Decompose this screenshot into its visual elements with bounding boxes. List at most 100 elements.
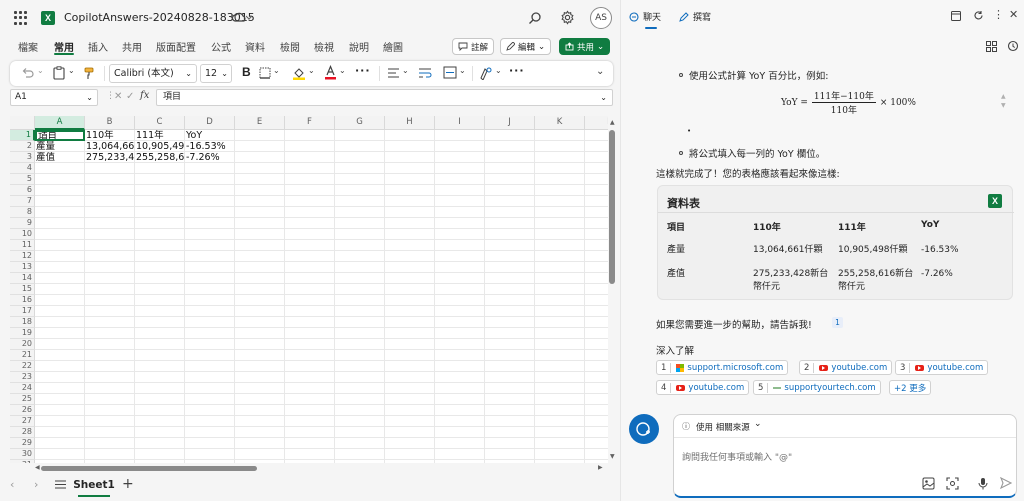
share-button[interactable]: 共用 ⌄ [559,38,611,55]
cell[interactable] [285,427,335,438]
row-header[interactable]: 25 [10,394,35,405]
cell[interactable] [535,218,585,229]
cell[interactable] [435,405,485,416]
cell[interactable] [335,383,385,394]
cell[interactable] [235,438,285,449]
align-chevron-icon[interactable]: ⌄ [402,66,409,75]
cell[interactable] [85,317,135,328]
cell[interactable] [85,383,135,394]
cell[interactable] [285,240,335,251]
name-box[interactable]: A1 ⌄ [10,89,98,106]
cell[interactable] [485,185,535,196]
align-left-icon[interactable] [387,68,400,79]
cell[interactable] [235,273,285,284]
cell[interactable] [435,438,485,449]
document-title[interactable]: CopilotAnswers-20240828-183015 [64,11,255,24]
cell[interactable] [485,427,535,438]
row-header[interactable]: 8 [10,207,35,218]
cell[interactable] [135,196,185,207]
cell[interactable] [535,295,585,306]
row-header[interactable]: 6 [10,185,35,196]
row-header[interactable]: 3 [10,152,35,163]
cell[interactable] [35,251,85,262]
cell[interactable] [285,372,335,383]
cell[interactable] [335,130,385,141]
cell[interactable] [285,284,335,295]
cell[interactable]: 產值 [35,152,85,163]
tab-review[interactable]: 檢閱 [280,39,300,54]
cell[interactable]: 275,233,428 [85,152,135,163]
cell[interactable] [485,350,535,361]
cell[interactable] [135,174,185,185]
search-icon[interactable] [528,11,542,25]
cell[interactable] [485,141,535,152]
row-header[interactable]: 23 [10,372,35,383]
cell[interactable] [585,416,608,427]
cell[interactable] [335,273,385,284]
cell[interactable] [185,218,235,229]
cell[interactable] [485,218,535,229]
cell[interactable] [385,229,435,240]
cell[interactable] [85,218,135,229]
source-chip-1[interactable]: 1 support.microsoft.com [656,360,789,375]
cell[interactable] [235,427,285,438]
cell[interactable] [285,317,335,328]
cell[interactable] [585,251,608,262]
cell[interactable] [535,449,585,460]
user-avatar[interactable]: AS [590,7,612,29]
cell[interactable] [285,339,335,350]
merge-cells-icon[interactable] [443,66,457,79]
cell[interactable] [235,416,285,427]
cell[interactable] [185,174,235,185]
cell[interactable] [85,361,135,372]
column-header[interactable]: A [35,116,85,130]
row-header[interactable]: 29 [10,438,35,449]
row-header[interactable]: 15 [10,284,35,295]
cell[interactable] [135,185,185,196]
refresh-icon[interactable] [973,10,984,21]
cell[interactable] [135,361,185,372]
wrap-text-icon[interactable] [418,67,432,79]
cell[interactable] [385,449,435,460]
cell[interactable] [185,229,235,240]
cell[interactable] [285,449,335,460]
cell[interactable] [485,449,535,460]
cell[interactable] [585,317,608,328]
cell[interactable] [235,130,285,141]
cell[interactable] [535,394,585,405]
sources-bar[interactable]: ⓘ 使用 相關來源 ⌄ [674,415,1016,438]
cell[interactable] [585,240,608,251]
cell[interactable] [385,405,435,416]
open-in-window-icon[interactable] [951,11,961,21]
row-header[interactable]: 7 [10,196,35,207]
column-header[interactable]: J [485,116,535,130]
cell[interactable] [185,438,235,449]
vertical-scrollbar[interactable]: ▲ ▼ [608,116,618,463]
cell[interactable] [435,262,485,273]
cell[interactable] [135,339,185,350]
cell[interactable] [85,262,135,273]
cell[interactable] [435,317,485,328]
confirm-entry-icon[interactable]: ✓ [126,91,134,102]
cell[interactable]: 255,258,616 [135,152,185,163]
row-header[interactable]: 14 [10,273,35,284]
cell[interactable] [285,152,335,163]
tab-compose[interactable]: 撰寫 [679,10,711,23]
cell[interactable] [385,394,435,405]
cell[interactable] [485,163,535,174]
cell[interactable] [135,229,185,240]
cell[interactable] [585,405,608,416]
cell[interactable] [585,130,608,141]
cell[interactable] [485,240,535,251]
cell[interactable] [185,273,235,284]
sources-toggle[interactable]: 使用 相關來源 [696,421,750,433]
cell[interactable] [535,240,585,251]
cell[interactable] [35,163,85,174]
cell[interactable] [285,405,335,416]
horizontal-scrollbar[interactable]: ◀ ▶ [35,463,607,473]
row-header[interactable]: 28 [10,427,35,438]
cell[interactable] [35,317,85,328]
styles-icon[interactable] [479,66,493,80]
cell[interactable] [535,196,585,207]
cell[interactable] [435,207,485,218]
